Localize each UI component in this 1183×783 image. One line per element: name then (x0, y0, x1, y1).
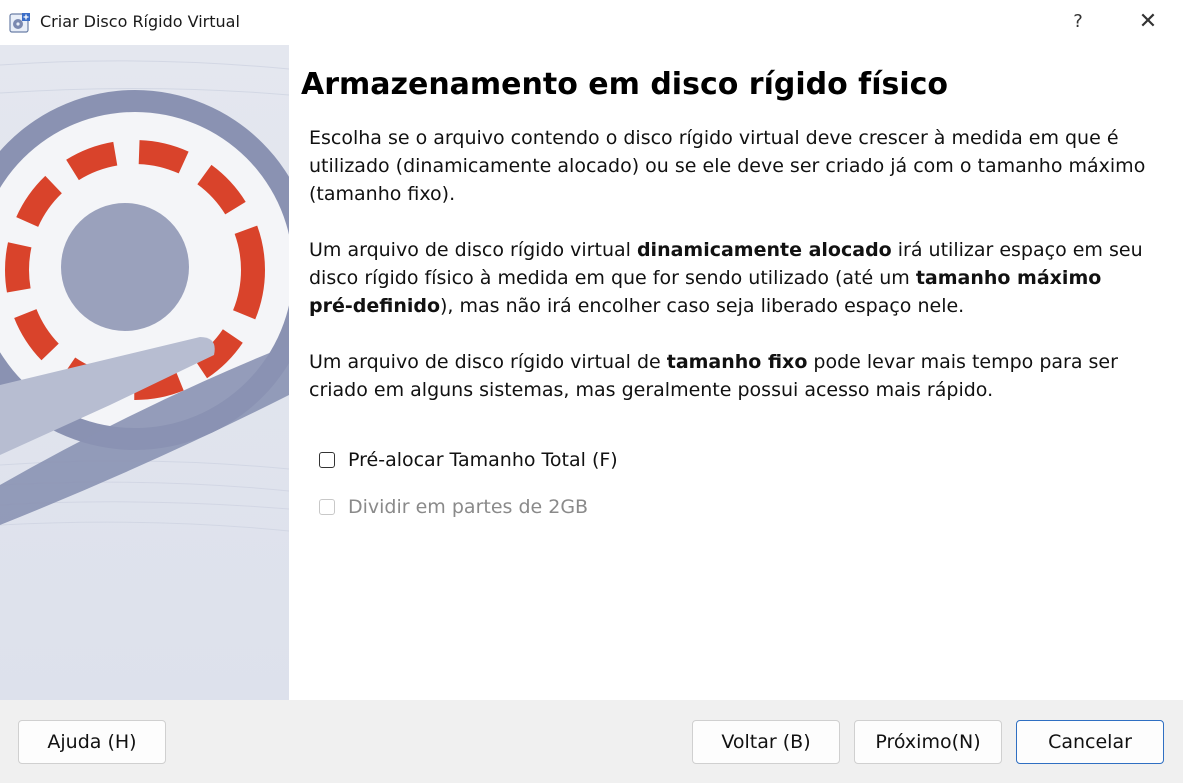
description-paragraph-3: Um arquivo de disco rígido virtual de ta… (309, 348, 1149, 404)
help-button[interactable]: Ajuda (H) (18, 720, 166, 764)
page-title: Armazenamento em disco rígido físico (301, 67, 949, 102)
window-title: Criar Disco Rígido Virtual (40, 12, 240, 31)
description-paragraph-2: Um arquivo de disco rígido virtual dinam… (309, 236, 1149, 320)
paragraph-2-text-a: Um arquivo de disco rígido virtual (309, 239, 637, 261)
title-bar: Criar Disco Rígido Virtual ? ✕ (0, 0, 1183, 45)
preallocate-checkbox[interactable] (319, 452, 335, 468)
back-button[interactable]: Voltar (B) (692, 720, 840, 764)
paragraph-2-bold-a: dinamicamente alocado (636, 239, 892, 261)
next-button[interactable]: Próximo(N) (854, 720, 1002, 764)
split-2gb-checkbox-row: Dividir em partes de 2GB (319, 496, 588, 518)
help-icon[interactable]: ? (1058, 6, 1098, 38)
cancel-button[interactable]: Cancelar (1016, 720, 1164, 764)
paragraph-2-text-c: ), mas não irá encolher caso seja libera… (440, 295, 965, 317)
split-2gb-checkbox (319, 499, 335, 515)
app-icon (9, 13, 30, 33)
content-panel: Armazenamento em disco rígido físico Esc… (289, 45, 1183, 700)
close-icon[interactable]: ✕ (1126, 6, 1170, 38)
paragraph-3-bold-a: tamanho fixo (666, 351, 808, 373)
preallocate-checkbox-row[interactable]: Pré-alocar Tamanho Total (F) (319, 449, 618, 471)
split-2gb-label: Dividir em partes de 2GB (348, 496, 589, 518)
description-paragraph-1: Escolha se o arquivo contendo o disco rí… (309, 127, 1146, 205)
paragraph-3-text-a: Um arquivo de disco rígido virtual de (309, 351, 667, 373)
hard-disk-illustration (0, 45, 289, 700)
preallocate-label[interactable]: Pré-alocar Tamanho Total (F) (348, 449, 618, 471)
